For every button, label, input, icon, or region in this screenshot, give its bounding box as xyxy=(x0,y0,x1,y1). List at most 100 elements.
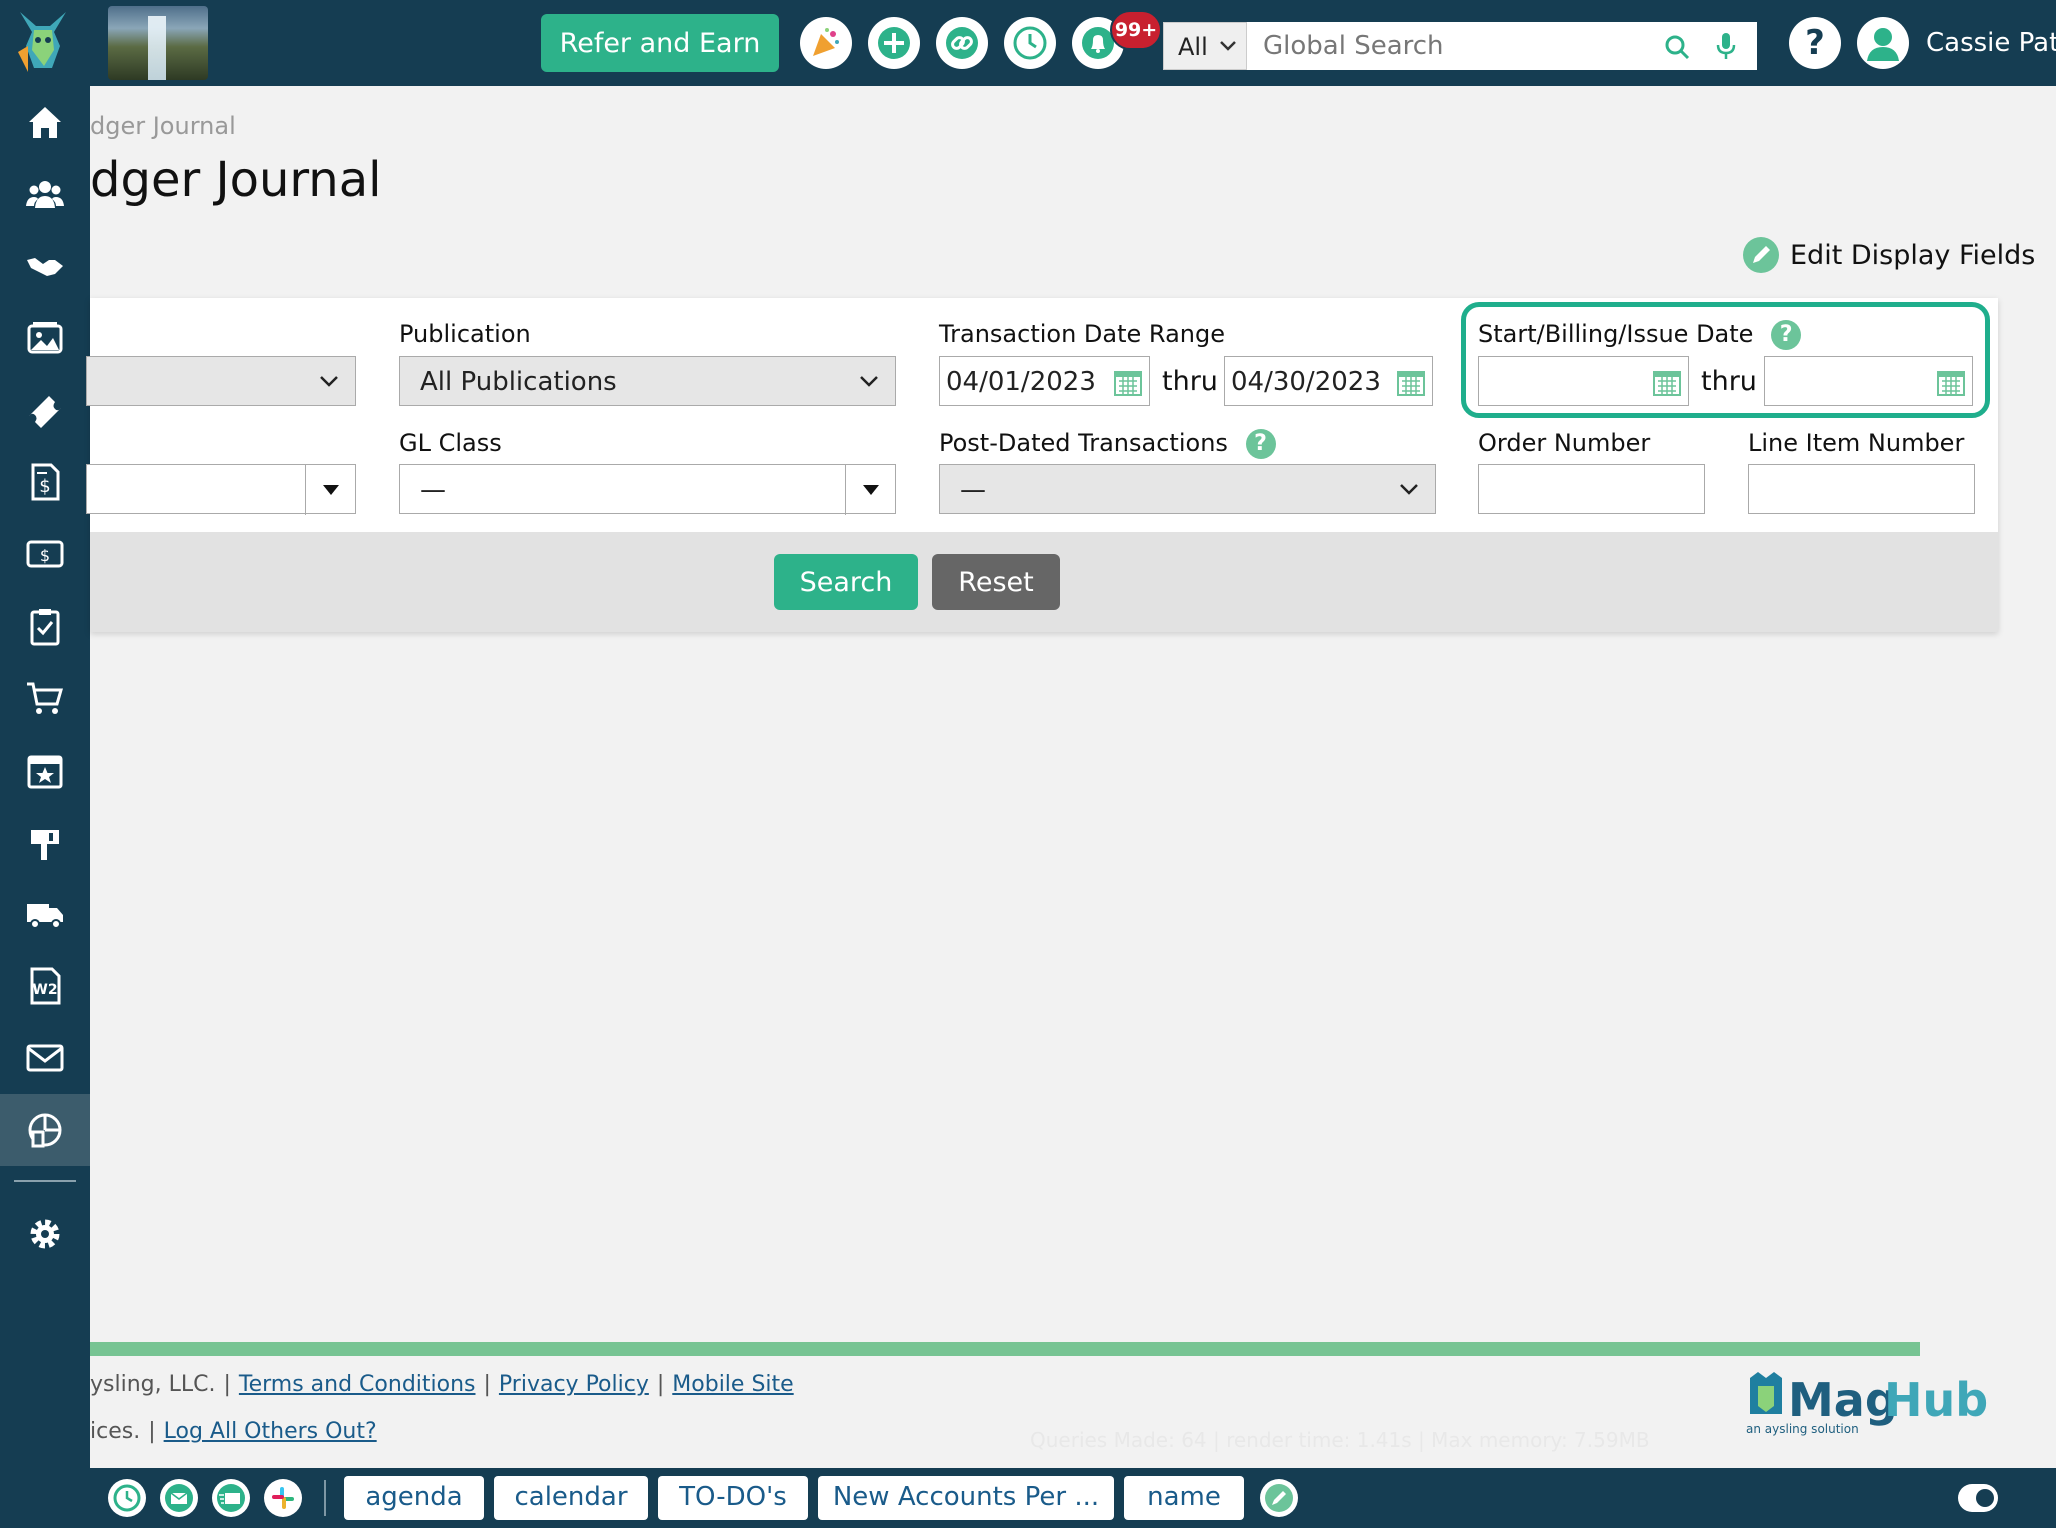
svg-text:W2: W2 xyxy=(32,982,57,998)
bottom-bar-divider xyxy=(324,1480,326,1516)
caret-down-icon xyxy=(322,485,339,495)
app-logo-icon[interactable] xyxy=(14,6,72,78)
svg-text:Hub: Hub xyxy=(1884,1373,1988,1427)
order-number-label: Order Number xyxy=(1478,429,1651,457)
sidebar-item-events[interactable] xyxy=(0,734,90,806)
svg-text:$: $ xyxy=(39,476,50,497)
footer-divider xyxy=(90,1342,1920,1356)
bottom-tab-new-accounts[interactable]: New Accounts Per ... xyxy=(818,1476,1114,1520)
breadcrumb[interactable]: dger Journal xyxy=(90,112,236,140)
search-button[interactable]: Search xyxy=(774,554,918,610)
mobile-site-link[interactable]: Mobile Site xyxy=(672,1372,793,1397)
bottom-tab-agenda[interactable]: agenda xyxy=(344,1476,484,1520)
sidebar-item-tax-forms[interactable]: W2 xyxy=(0,950,90,1022)
search-scope-select[interactable]: All xyxy=(1163,22,1247,70)
transaction-end-date-value: 04/30/2023 xyxy=(1231,367,1381,397)
page-title: dger Journal xyxy=(90,152,382,208)
contacts-icon xyxy=(26,181,64,208)
sidebar-item-email[interactable] xyxy=(0,1022,90,1094)
link-icon[interactable] xyxy=(936,17,988,69)
refer-and-earn-button[interactable]: Refer and Earn xyxy=(541,14,779,72)
profile-banner-image[interactable] xyxy=(108,6,208,80)
edit-display-fields-link[interactable]: Edit Display Fields xyxy=(1742,236,2035,274)
reset-button[interactable]: Reset xyxy=(932,554,1060,610)
cart-icon xyxy=(27,682,63,714)
chevron-down-icon xyxy=(860,376,878,387)
global-search-input[interactable]: Global Search xyxy=(1247,22,1757,70)
transaction-start-date-input[interactable]: 04/01/2023 xyxy=(939,356,1150,406)
gl-class-combobox[interactable]: — xyxy=(399,464,896,515)
sidebar-item-mailing[interactable] xyxy=(0,806,90,878)
filter-actions-bar: Search Reset xyxy=(90,532,1998,632)
party-popper-icon[interactable] xyxy=(800,17,852,69)
media-icon xyxy=(27,322,63,354)
bottom-tab-name[interactable]: name xyxy=(1124,1476,1244,1520)
bottom-tab-todos[interactable]: TO-DO's xyxy=(658,1476,808,1520)
quick-mail-icon[interactable] xyxy=(212,1479,250,1517)
line-item-number-input[interactable] xyxy=(1748,464,1975,514)
mail-icon[interactable] xyxy=(160,1479,198,1517)
sidebar-item-orders[interactable] xyxy=(0,662,90,734)
bottom-bar: agenda calendar TO-DO's New Accounts Per… xyxy=(90,1468,2056,1528)
gear-icon xyxy=(30,1219,60,1249)
handshake-icon xyxy=(27,258,63,276)
reports-icon xyxy=(28,1113,62,1148)
gl-class-label: GL Class xyxy=(399,429,502,457)
filter-combobox-truncated[interactable] xyxy=(86,464,356,515)
sidebar-item-settings[interactable] xyxy=(0,1198,90,1270)
footer-session-line: ices. | Log All Others Out? xyxy=(90,1419,377,1444)
publication-select[interactable]: All Publications xyxy=(399,356,896,406)
user-name[interactable]: Cassie Pata xyxy=(1926,28,2056,58)
sidebar-item-tickets[interactable] xyxy=(0,374,90,446)
sidebar-item-home[interactable] xyxy=(0,86,90,158)
post-dated-transactions-select[interactable]: — xyxy=(939,464,1436,514)
transaction-start-date-value: 04/01/2023 xyxy=(946,367,1096,397)
chevron-down-icon xyxy=(1220,41,1236,51)
finance-icon: $ xyxy=(26,540,64,568)
sidebar-item-reports[interactable] xyxy=(0,1094,90,1166)
maghub-tagline: an aysling solution xyxy=(1746,1422,1859,1436)
edit-pencil-icon[interactable] xyxy=(1260,1479,1298,1517)
truck-icon xyxy=(27,904,63,929)
add-icon[interactable] xyxy=(868,17,920,69)
calendar-icon[interactable] xyxy=(1396,367,1426,397)
slack-icon[interactable] xyxy=(264,1479,302,1517)
log-all-others-out-link[interactable]: Log All Others Out? xyxy=(164,1419,377,1444)
sidebar-item-distribution[interactable] xyxy=(0,878,90,950)
home-icon xyxy=(29,107,61,138)
transaction-date-range-label: Transaction Date Range xyxy=(939,320,1225,348)
bottom-tab-calendar[interactable]: calendar xyxy=(494,1476,648,1520)
clock-icon[interactable] xyxy=(108,1479,146,1517)
post-dated-transactions-label: Post-Dated Transactions ? xyxy=(939,429,1276,459)
user-avatar-icon[interactable] xyxy=(1857,17,1909,69)
notification-count-badge: 99+ xyxy=(1110,10,1162,50)
invoice-icon: $ xyxy=(31,463,60,501)
publication-label: Publication xyxy=(399,320,531,348)
order-number-input[interactable] xyxy=(1478,464,1705,514)
history-icon[interactable] xyxy=(1004,17,1056,69)
ticket-icon xyxy=(29,396,61,428)
search-scope-value: All xyxy=(1178,33,1208,61)
mailbox-icon xyxy=(31,830,59,860)
filter-select-truncated[interactable] xyxy=(86,356,356,406)
toggle-switch[interactable] xyxy=(1958,1484,1998,1512)
terms-link[interactable]: Terms and Conditions xyxy=(239,1372,476,1397)
search-icon[interactable] xyxy=(1663,33,1691,61)
help-question-icon[interactable]: ? xyxy=(1245,429,1276,459)
help-button[interactable]: ? xyxy=(1789,17,1841,69)
maghub-logo: Mag Hub an aysling solution xyxy=(1744,1368,1990,1438)
sidebar-item-media[interactable] xyxy=(0,302,90,374)
sidebar-item-tasks[interactable] xyxy=(0,590,90,662)
sidebar-item-deals[interactable] xyxy=(0,230,90,302)
sidebar-item-finance[interactable]: $ xyxy=(0,518,90,590)
microphone-icon[interactable] xyxy=(1715,31,1737,61)
sidebar-item-contacts[interactable] xyxy=(0,158,90,230)
w2-form-icon: W2 xyxy=(30,967,61,1005)
calendar-icon[interactable] xyxy=(1113,367,1143,397)
privacy-link[interactable]: Privacy Policy xyxy=(499,1372,649,1397)
sidebar-item-invoices[interactable]: $ xyxy=(0,446,90,518)
combo-dropdown-arrow[interactable] xyxy=(845,465,895,515)
thru-label: thru xyxy=(1162,366,1218,397)
combo-dropdown-arrow[interactable] xyxy=(305,465,355,515)
transaction-end-date-input[interactable]: 04/30/2023 xyxy=(1224,356,1433,406)
